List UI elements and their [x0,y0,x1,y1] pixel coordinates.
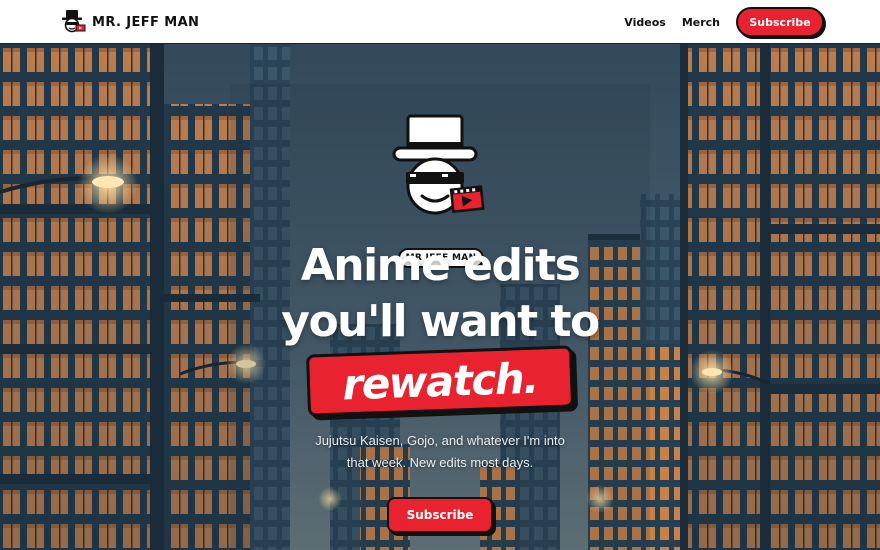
highlight-word: rewatch. [341,353,539,409]
subtitle-line-2: that week. New edits most days. [346,455,534,470]
nav-links: Videos Merch Subscribe [624,0,824,44]
headline-line-1: Anime edits [300,240,581,291]
nav-link-videos[interactable]: Videos [624,16,666,29]
headline-highlight: rewatch. [305,345,575,417]
top-hat-mascot-icon [62,10,86,33]
hero-subscribe-button[interactable]: Subscribe [387,497,493,533]
top-hat-sunglasses-mascot-icon [392,114,485,215]
subtitle-line-1: Jujutsu Kaisen, Gojo, and whatever I'm i… [315,433,565,448]
top-nav: MR. JEFF MAN Videos Merch Subscribe [0,0,880,44]
nav-link-merch[interactable]: Merch [682,16,720,29]
nav-subscribe-button[interactable]: Subscribe [736,7,824,37]
brand-name: MR. JEFF MAN [92,14,200,30]
headline-line-2: you'll want to [281,296,600,347]
brand-link[interactable]: MR. JEFF MAN [58,9,199,35]
